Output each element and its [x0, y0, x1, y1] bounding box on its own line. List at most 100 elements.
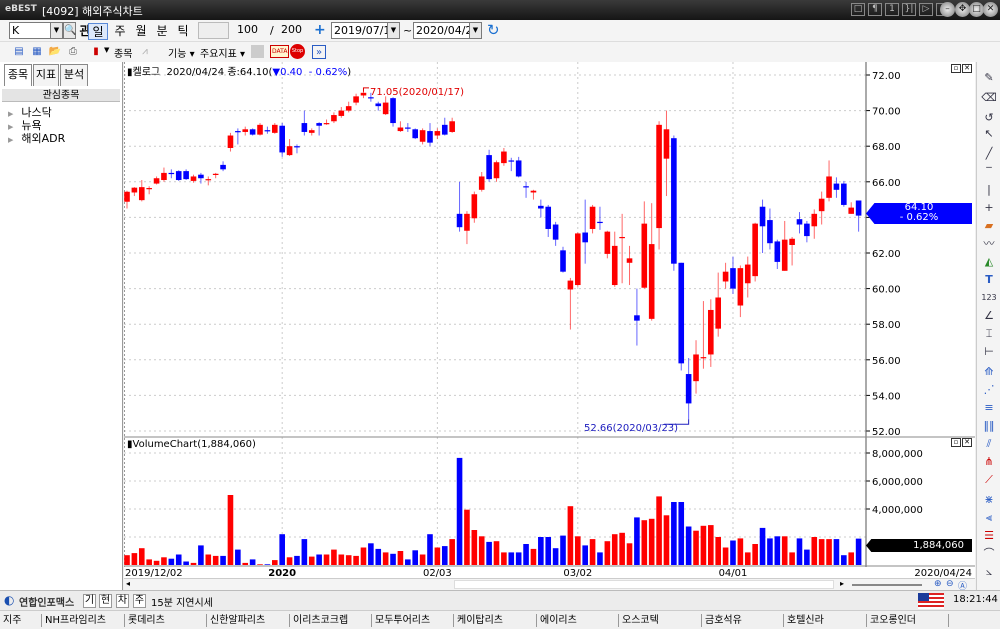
maximize-button[interactable]: □ — [969, 2, 984, 17]
chart-area[interactable]: 72.0070.0068.0066.0064.0062.0060.0058.00… — [124, 62, 975, 592]
compare-icon[interactable]: ⩘ — [138, 45, 152, 59]
expand-arrow-icon[interactable]: ▶ — [8, 136, 13, 144]
status-button-gi[interactable]: 기 — [83, 594, 96, 608]
interval-select[interactable] — [198, 22, 229, 39]
zoom-out-icon[interactable]: ⊖ — [946, 579, 954, 589]
refresh-icon[interactable]: ↻ — [487, 21, 500, 39]
crosshair-icon[interactable]: + — [981, 200, 997, 216]
export-button[interactable]: ▷ — [919, 3, 933, 16]
speed-line-icon[interactable]: ⟋ — [981, 472, 997, 488]
pane-close-button[interactable]: ✕ — [962, 438, 972, 447]
vertical-line-icon[interactable]: | — [981, 182, 997, 198]
tree-item-adr[interactable]: ▶ 해외ADR — [8, 130, 65, 146]
period-minute[interactable]: 분 — [152, 23, 172, 40]
ticker-item[interactable]: 모두투어리츠 — [371, 614, 430, 627]
layout-icon[interactable]: ▦ — [30, 45, 44, 59]
trendline-icon[interactable]: ╱ — [981, 146, 997, 162]
color-box[interactable] — [251, 45, 264, 58]
status-button-cha[interactable]: 차 — [116, 594, 129, 608]
ticker-item[interactable]: 오스코텍 — [618, 614, 659, 627]
zoom-slider[interactable] — [852, 584, 922, 586]
add-button[interactable]: + — [314, 22, 326, 38]
open-folder-icon[interactable]: 📂 — [48, 45, 62, 59]
horizontal-measure-icon[interactable]: ⊢ — [981, 344, 997, 360]
ticker-item[interactable]: 케이탑리츠 — [453, 614, 503, 627]
eraser-icon[interactable]: ⌫ — [981, 90, 997, 106]
vertical-measure-icon[interactable]: ⌶ — [981, 326, 997, 342]
overlay-item-button[interactable]: 종목 — [114, 45, 132, 60]
period-day[interactable]: 일 — [88, 23, 108, 40]
end-date-input[interactable]: 2020/04/24 — [413, 22, 479, 39]
pane-maximize-button[interactable]: ▫ — [951, 438, 961, 447]
ticker-item[interactable]: 이리츠코크렙 — [289, 614, 348, 627]
expand-icon[interactable]: » — [312, 45, 326, 59]
data-icon[interactable]: DATA — [270, 45, 290, 58]
print-icon[interactable]: ⎙ — [66, 45, 80, 59]
ticker-item[interactable]: NH프라임리츠 — [41, 614, 106, 627]
gann-angle-icon[interactable]: ⦣ — [981, 564, 997, 580]
status-button-ju[interactable]: 주 — [133, 594, 146, 608]
scroll-right-icon[interactable]: ▸ — [840, 579, 844, 588]
ticker-item[interactable]: 롯데리츠 — [124, 614, 165, 627]
fibonacci-arc-icon[interactable]: ⋰ — [981, 382, 997, 398]
pin-button[interactable]: ¶ — [868, 3, 882, 16]
wave-icon[interactable]: 〰 — [981, 236, 997, 252]
move-button[interactable]: ✥ — [955, 2, 970, 17]
zoom-in-icon[interactable]: ⊕ — [934, 579, 942, 589]
ticker-item[interactable]: 지주 — [0, 614, 21, 627]
undo-icon[interactable]: ↺ — [981, 110, 997, 126]
ticker-item[interactable]: 에이리츠 — [536, 614, 577, 627]
ticker-item[interactable]: 코오롱인더 — [866, 614, 916, 627]
count-input[interactable]: 100 — [235, 22, 265, 39]
period-month[interactable]: 월 — [131, 23, 151, 40]
close-button[interactable]: ✕ — [983, 2, 998, 17]
cycle-icon[interactable]: ⌒ — [981, 546, 997, 562]
andrews-pitchfork-icon[interactable]: ⋔ — [981, 454, 997, 470]
time-zone-icon[interactable]: ‖‖ — [981, 418, 997, 434]
tab-analysis[interactable]: 분석 — [60, 64, 88, 86]
tab-item[interactable]: 종목 — [4, 64, 32, 86]
stop-icon[interactable]: Stop — [290, 44, 305, 59]
symbol-input[interactable]: K — [9, 22, 51, 39]
panel-toggle-icon[interactable]: ▤ — [12, 45, 26, 59]
indicator-menu[interactable]: 주요지표 ▾ — [200, 45, 245, 60]
candle-type-dropdown[interactable]: ▼ — [104, 46, 109, 54]
scroll-thumb[interactable] — [454, 580, 834, 589]
function-menu[interactable]: 기능 ▾ — [168, 45, 195, 60]
text-icon[interactable]: T — [981, 272, 997, 288]
horizontal-line-icon[interactable]: ‾ — [981, 164, 997, 180]
period-tick[interactable]: 틱 — [173, 23, 193, 40]
ticker-item[interactable]: 호텔신라 — [783, 614, 824, 627]
fibonacci-fan-icon[interactable]: ⟰ — [981, 364, 997, 380]
horizontal-scrollbar[interactable]: ◂ ▸ ⊕ ⊖ Ⓐ — [124, 578, 975, 592]
candle-type-icon[interactable]: ▮ — [89, 45, 103, 59]
gann-fan-icon[interactable]: ⫷ — [981, 510, 997, 526]
angle-icon[interactable]: ∠ — [981, 308, 997, 324]
chart-canvas[interactable]: 72.0070.0068.0066.0064.0062.0060.0058.00… — [124, 62, 975, 590]
window-mode-button[interactable]: □ — [851, 3, 865, 16]
minimize-button[interactable]: – — [940, 2, 955, 17]
ruler-icon[interactable]: ▰ — [981, 218, 997, 234]
pane-maximize-button[interactable]: ▫ — [951, 64, 961, 73]
status-button-hyeon[interactable]: 현 — [99, 594, 112, 608]
ticker-item[interactable]: 금호석유 — [701, 614, 742, 627]
start-date-input[interactable]: 2019/07/11 — [331, 22, 397, 39]
ticker-item[interactable]: 신한알파리츠 — [206, 614, 265, 627]
link-button[interactable]: }| — [902, 3, 916, 16]
screen-number-button[interactable]: 1 — [885, 3, 899, 16]
period-week[interactable]: 주 — [110, 23, 130, 40]
total-input[interactable]: 200 — [279, 22, 309, 39]
fibonacci-retracement-icon[interactable]: ≡ — [981, 400, 997, 416]
cursor-icon[interactable]: ↖ — [981, 126, 997, 142]
end-date-dropdown[interactable]: ▼ — [469, 22, 482, 39]
pencil-icon[interactable]: ✎ — [981, 70, 997, 86]
level-lines-icon[interactable]: ☰ — [981, 528, 997, 544]
tab-indicator[interactable]: 지표 — [33, 64, 59, 86]
value-label-icon[interactable]: 123 — [981, 290, 997, 306]
start-date-dropdown[interactable]: ▼ — [387, 22, 400, 39]
shape-icon[interactable]: ◭ — [981, 254, 997, 270]
symbol-dropdown[interactable]: ▼ — [50, 22, 63, 39]
grid-pattern-icon[interactable]: ⋇ — [981, 492, 997, 508]
pane-close-button[interactable]: ✕ — [962, 64, 972, 73]
parallel-lines-icon[interactable]: ⫽ — [981, 436, 997, 452]
